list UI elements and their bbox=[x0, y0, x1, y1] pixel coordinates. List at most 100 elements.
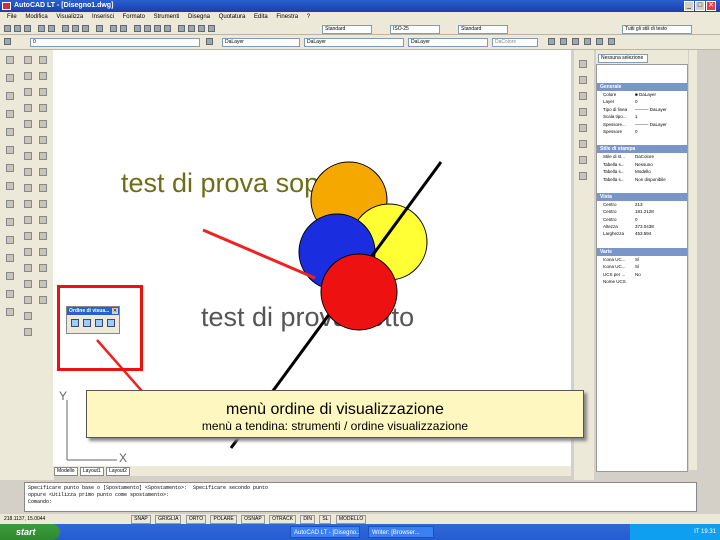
minimize-button[interactable]: _ bbox=[684, 1, 694, 11]
tolerance-icon[interactable] bbox=[6, 272, 14, 280]
revision-cloud-icon[interactable] bbox=[24, 168, 32, 176]
section-title[interactable]: Varie bbox=[597, 247, 687, 256]
menu-formato[interactable]: Formato bbox=[123, 14, 145, 20]
rotate-icon[interactable] bbox=[39, 152, 47, 160]
property-row[interactable]: Tabella s... Nessuno bbox=[597, 161, 687, 168]
property-row[interactable]: Tabella s... Modello bbox=[597, 168, 687, 175]
multiline-text-icon[interactable] bbox=[24, 328, 32, 336]
copy-icon[interactable] bbox=[72, 25, 79, 32]
object-snap-icon[interactable] bbox=[579, 60, 587, 68]
radius-dim-icon[interactable] bbox=[6, 128, 14, 136]
array-icon[interactable] bbox=[39, 120, 47, 128]
properties-side-bar[interactable] bbox=[689, 50, 697, 470]
table-icon[interactable] bbox=[24, 312, 32, 320]
autocad-app-icon[interactable] bbox=[2, 2, 11, 10]
menu-file[interactable]: File bbox=[7, 14, 17, 20]
plotstyle-select[interactable]: DaColore bbox=[492, 38, 538, 47]
chamfer-icon[interactable] bbox=[39, 264, 47, 272]
region-icon[interactable] bbox=[24, 296, 32, 304]
quick-dim-icon[interactable] bbox=[6, 200, 14, 208]
section-title[interactable]: Generale bbox=[597, 83, 687, 91]
property-row[interactable]: Icona UC... Sì bbox=[597, 256, 687, 263]
paste-icon[interactable] bbox=[82, 25, 89, 32]
property-row[interactable]: Altezza 373.0438 bbox=[597, 223, 687, 230]
text-style-filter-select[interactable]: Tutti gli stili di testo bbox=[622, 25, 692, 34]
ordinate-dim-icon[interactable] bbox=[6, 110, 14, 118]
snap-midpoint-icon[interactable] bbox=[579, 92, 587, 100]
insert-block-icon[interactable] bbox=[24, 216, 32, 224]
task-autocad[interactable]: AutoCAD LT - [Disegno... bbox=[290, 526, 360, 538]
tab-layout2[interactable]: Layout2 bbox=[106, 467, 130, 476]
polar-toggle[interactable]: POLARE bbox=[210, 515, 237, 524]
join-icon[interactable] bbox=[39, 248, 47, 256]
menu-strumenti[interactable]: Strumenti bbox=[154, 14, 180, 20]
menu-edita[interactable]: Edita bbox=[254, 14, 268, 20]
property-row[interactable]: Stile di st... DaColore bbox=[597, 153, 687, 160]
close-button[interactable]: ✕ bbox=[706, 1, 716, 11]
property-row[interactable]: Layer 0 bbox=[597, 98, 687, 105]
menu-disegna[interactable]: Disegna bbox=[188, 14, 210, 20]
arc-length-dim-icon[interactable] bbox=[6, 92, 14, 100]
snap-toggle[interactable]: SNAP bbox=[131, 515, 151, 524]
property-row[interactable]: Centro 0 bbox=[597, 216, 687, 223]
new-file-icon[interactable] bbox=[4, 25, 11, 32]
property-row[interactable]: Tipo di linea ——— DaLayer bbox=[597, 106, 687, 113]
command-line[interactable]: Specificare punto base o [Spostamento] <… bbox=[24, 482, 697, 512]
layer-manager-icon[interactable] bbox=[4, 38, 11, 45]
property-row[interactable]: UCS per ... No bbox=[597, 271, 687, 278]
zoom-previous-icon[interactable] bbox=[164, 25, 171, 32]
start-button[interactable]: start bbox=[0, 524, 60, 540]
baseline-dim-icon[interactable] bbox=[6, 218, 14, 226]
preview-icon[interactable] bbox=[48, 25, 55, 32]
property-row[interactable]: Colore ■ DaLayer bbox=[597, 91, 687, 98]
continue-dim-icon[interactable] bbox=[6, 236, 14, 244]
draw-order-close-icon[interactable]: ✕ bbox=[112, 308, 118, 314]
snap-perpendicular-icon[interactable] bbox=[579, 172, 587, 180]
hatch-icon[interactable] bbox=[24, 264, 32, 272]
center-mark-icon[interactable] bbox=[6, 290, 14, 298]
window-title-bar[interactable]: AutoCAD LT - [Disegno1.dwg] bbox=[0, 0, 720, 12]
maximize-button[interactable]: □ bbox=[695, 1, 705, 11]
fillet-icon[interactable] bbox=[39, 280, 47, 288]
menu-visualizza[interactable]: Visualizza bbox=[56, 14, 83, 20]
circle-icon[interactable] bbox=[24, 152, 32, 160]
dim-edit-icon[interactable] bbox=[6, 308, 14, 316]
command-prompt[interactable]: Comando: bbox=[28, 499, 693, 506]
menu-quotatura[interactable]: Quotatura bbox=[219, 14, 246, 20]
viewport-icon-2[interactable] bbox=[560, 38, 567, 45]
diameter-dim-icon[interactable] bbox=[6, 164, 14, 172]
osnap-toggle[interactable]: OSNAP bbox=[241, 515, 265, 524]
text-top[interactable]: test di prova sopra bbox=[121, 168, 344, 198]
draw-order-toolbar[interactable]: Ordine di visua... ✕ bbox=[66, 306, 120, 334]
polygon-icon[interactable] bbox=[24, 104, 32, 112]
lineweight-toggle[interactable]: SL bbox=[319, 515, 332, 524]
zoom-window-icon[interactable] bbox=[154, 25, 161, 32]
bring-to-front-icon[interactable] bbox=[71, 319, 79, 327]
spline-icon[interactable] bbox=[24, 184, 32, 192]
snap-tangent-icon[interactable] bbox=[579, 156, 587, 164]
dim-style-select[interactable]: ISO-25 bbox=[390, 25, 440, 34]
menu-help[interactable]: ? bbox=[307, 14, 310, 20]
property-row[interactable]: Nome UCS bbox=[597, 278, 687, 285]
mirror-icon[interactable] bbox=[39, 88, 47, 96]
viewport-icon-5[interactable] bbox=[596, 38, 603, 45]
bring-above-objects-icon[interactable] bbox=[95, 319, 103, 327]
menu-modifica[interactable]: Modifica bbox=[25, 14, 47, 20]
property-row[interactable]: Centro 181.2128 bbox=[597, 208, 687, 215]
color-select[interactable]: DaLayer bbox=[222, 38, 300, 47]
erase-icon[interactable] bbox=[39, 56, 47, 64]
tab-modello[interactable]: Modello bbox=[54, 467, 78, 476]
tool-palettes-icon[interactable] bbox=[198, 25, 205, 32]
angular-dim-icon[interactable] bbox=[6, 182, 14, 190]
tab-layout1[interactable]: Layout1 bbox=[79, 467, 104, 476]
menu-inserisci[interactable]: Inserisci bbox=[92, 14, 114, 20]
point-icon[interactable] bbox=[24, 248, 32, 256]
linear-dim-icon[interactable] bbox=[6, 56, 14, 64]
offset-icon[interactable] bbox=[39, 104, 47, 112]
polyline-icon[interactable] bbox=[24, 88, 32, 96]
red-circle[interactable] bbox=[320, 253, 398, 331]
make-current-layer-icon[interactable] bbox=[206, 38, 213, 45]
pan-icon[interactable] bbox=[134, 25, 141, 32]
linetype-select[interactable]: DaLayer bbox=[304, 38, 404, 47]
rectangle-icon[interactable] bbox=[24, 120, 32, 128]
